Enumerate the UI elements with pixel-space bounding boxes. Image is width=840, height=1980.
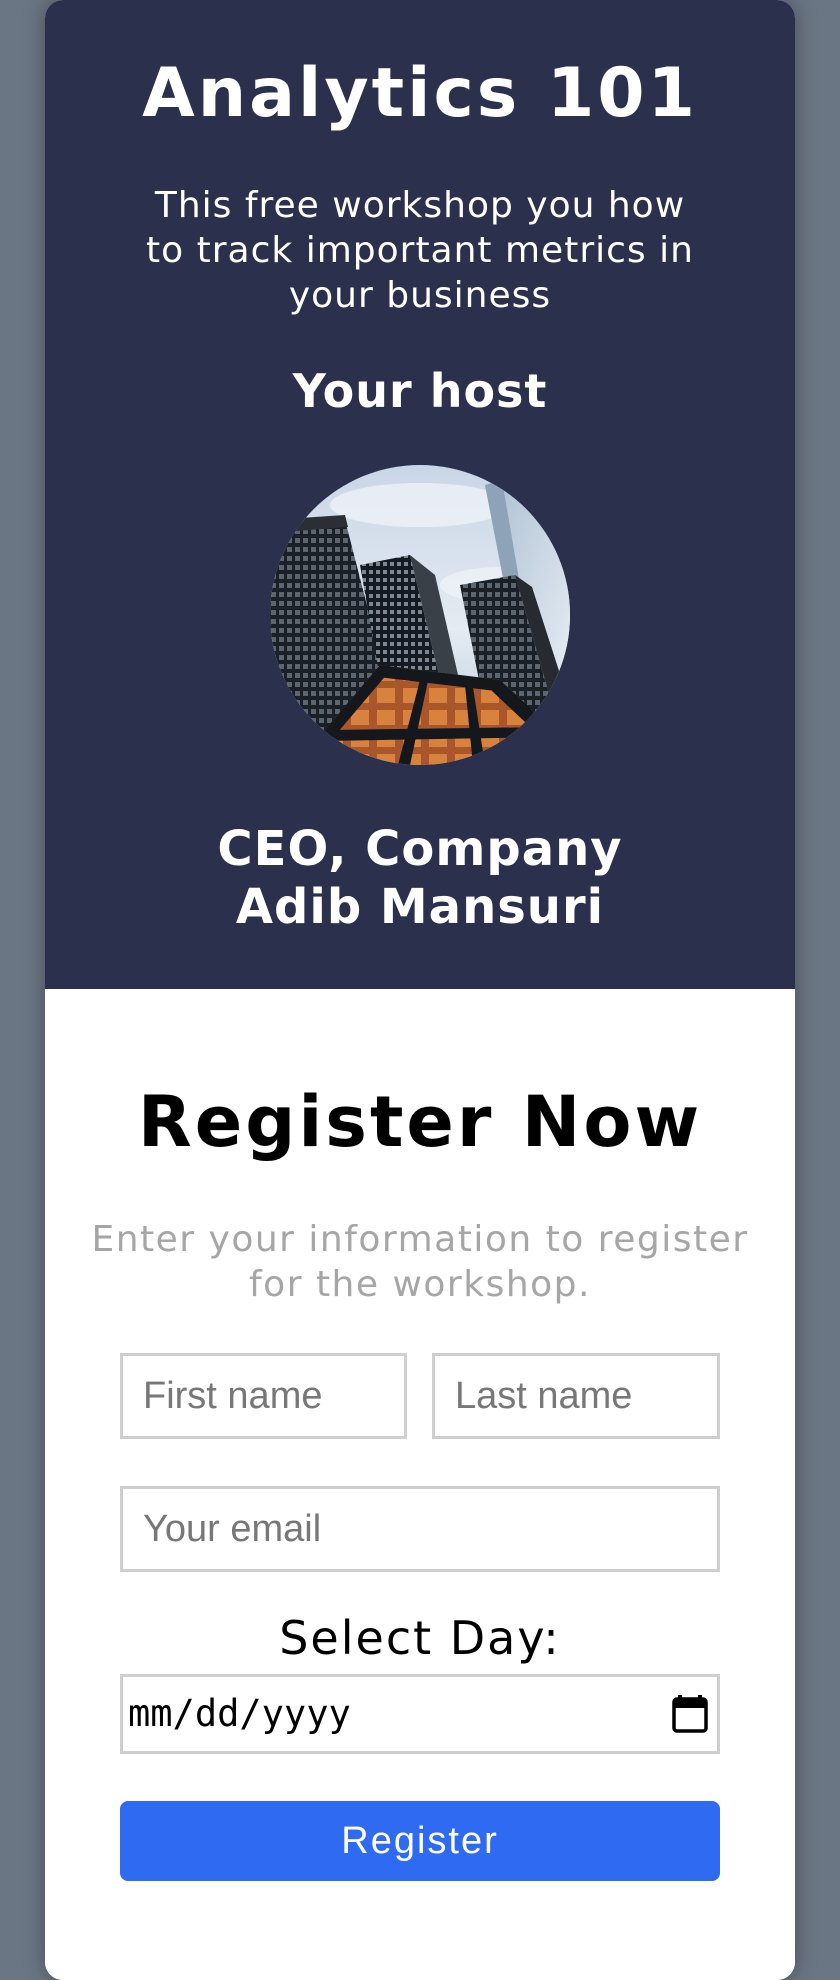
last-name-input[interactable]: [432, 1353, 720, 1439]
workshop-card: Analytics 101 This free workshop you how…: [45, 0, 795, 1980]
page-title: Analytics 101: [142, 54, 698, 133]
host-heading: Your host: [292, 364, 548, 418]
hero-section: Analytics 101 This free workshop you how…: [45, 0, 795, 989]
calendar-icon[interactable]: [672, 1695, 708, 1733]
register-description: Enter your information to register for t…: [91, 1219, 749, 1305]
date-placeholder: mm/dd/yyyy: [128, 1692, 351, 1735]
host-photo: [270, 465, 570, 765]
workshop-description: This free workshop you how to track impo…: [146, 185, 694, 316]
registration-section: Register Now Enter your information to r…: [45, 989, 795, 1980]
host-name: Adib Mansuri: [235, 879, 605, 935]
register-heading: Register Now: [137, 1081, 703, 1163]
select-day-label: Select Day:: [279, 1611, 561, 1665]
register-button[interactable]: Register: [120, 1801, 720, 1881]
email-input[interactable]: [120, 1486, 720, 1572]
skyscrapers-image: [270, 465, 570, 765]
first-name-input[interactable]: [120, 1353, 407, 1439]
host-info: CEO, Company Adib Mansuri: [45, 820, 795, 936]
date-input[interactable]: mm/dd/yyyy: [120, 1674, 720, 1754]
host-title: CEO, Company: [217, 821, 623, 877]
